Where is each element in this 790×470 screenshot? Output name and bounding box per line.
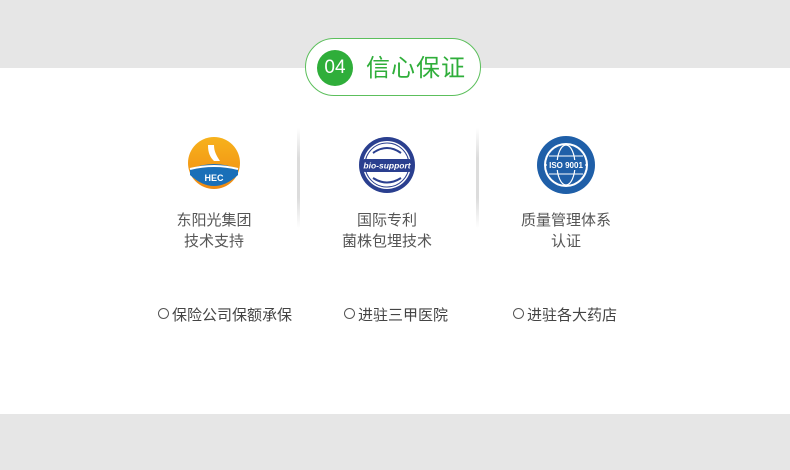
circle-bullet-icon <box>158 308 169 319</box>
feature-iso-9001: ISO 9001 质量管理体系 认证 <box>491 135 641 252</box>
page: 04 信心保证 HEC 东阳光集团 技术支持 bio-support 国际专利 … <box>0 0 790 470</box>
feature-text: 质量管理体系 认证 <box>491 210 641 252</box>
section-title: 信心保证 <box>366 54 466 82</box>
promise-label: 保险公司保额承保 <box>172 306 293 324</box>
promise-label: 进驻各大药店 <box>527 306 618 324</box>
section-number-badge: 04 <box>317 50 353 86</box>
promise-insurance: 保险公司保额承保 <box>158 305 292 325</box>
hec-logo-icon: HEC <box>188 137 240 189</box>
hec-logo-text: HEC <box>204 173 224 183</box>
feature-text: 国际专利 菌株包埋技术 <box>312 210 462 252</box>
promise-pharmacies: 进驻各大药店 <box>513 305 617 325</box>
section-title-pill: 04 信心保证 <box>305 38 481 96</box>
feature-line: 东阳光集团 <box>176 211 252 229</box>
column-divider <box>476 128 479 228</box>
feature-line: 技术支持 <box>183 232 244 250</box>
feature-line: 国际专利 <box>356 211 417 229</box>
feature-line: 质量管理体系 <box>520 211 611 229</box>
promise-label: 进驻三甲医院 <box>358 306 449 324</box>
column-divider <box>297 128 300 228</box>
iso-logo-text: ISO 9001 <box>549 161 583 170</box>
bio-support-seal-icon: bio-support <box>359 137 415 193</box>
bottom-band <box>0 414 790 470</box>
bio-support-logo-text: bio-support <box>363 161 411 171</box>
feature-line: 认证 <box>550 232 581 250</box>
feature-bio-support: bio-support 国际专利 菌株包埋技术 <box>312 135 462 252</box>
feature-text: 东阳光集团 技术支持 <box>139 210 289 252</box>
feature-hec: HEC 东阳光集团 技术支持 <box>139 135 289 252</box>
iso-9001-seal-icon: ISO 9001 <box>537 136 595 194</box>
circle-bullet-icon <box>344 308 355 319</box>
feature-line: 菌株包埋技术 <box>341 232 432 250</box>
circle-bullet-icon <box>513 308 524 319</box>
promise-hospitals: 进驻三甲医院 <box>344 305 448 325</box>
